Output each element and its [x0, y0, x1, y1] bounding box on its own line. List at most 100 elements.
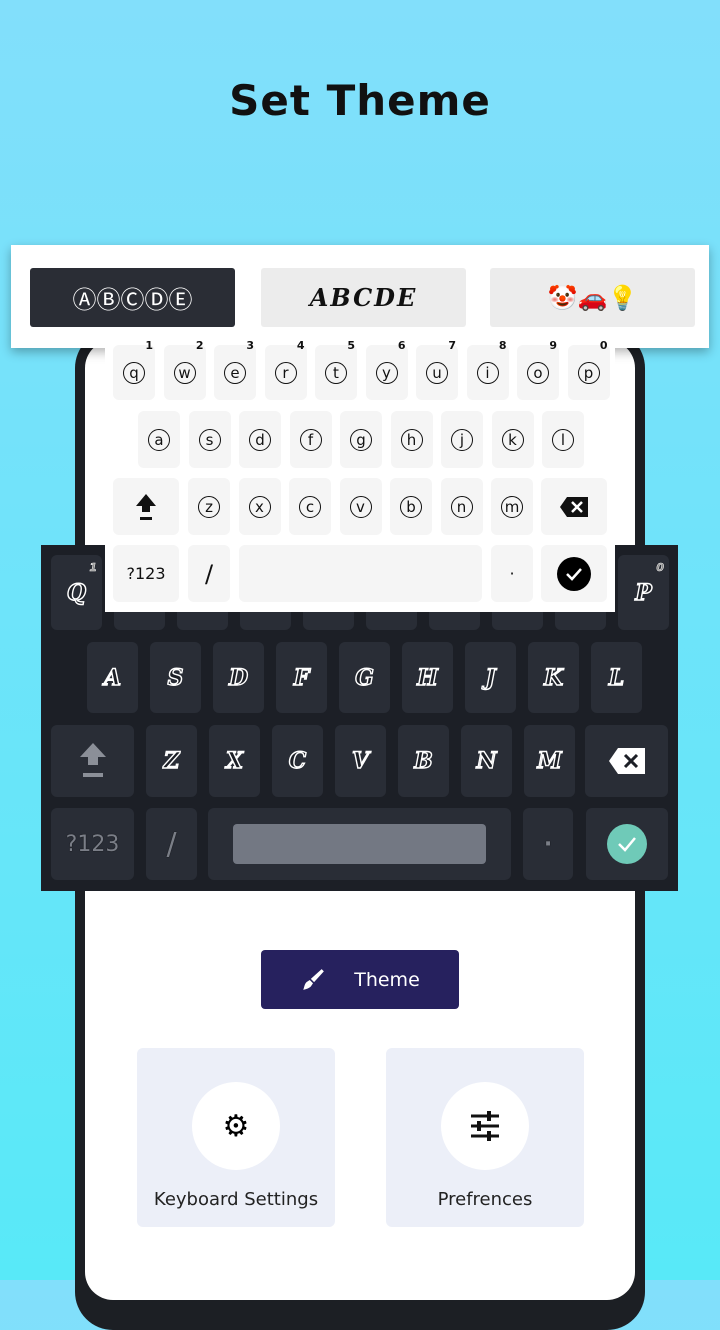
key-label: M [537, 747, 563, 774]
key[interactable]: d [239, 411, 281, 468]
shift-key[interactable] [51, 725, 134, 797]
key[interactable]: C [272, 725, 323, 797]
font-option-bubble[interactable]: ABCDE [261, 268, 466, 327]
slash-key[interactable]: / [146, 808, 197, 880]
key[interactable]: V [335, 725, 386, 797]
key[interactable]: g [340, 411, 382, 468]
key-label: p [577, 361, 600, 384]
key[interactable]: r4 [264, 339, 307, 400]
font-option-circled[interactable]: ⒶⒷⒸⒹⒺ [30, 268, 235, 327]
key[interactable]: B [398, 725, 449, 797]
key-label: h [400, 428, 423, 451]
key[interactable]: u7 [416, 339, 458, 400]
key-label: S [167, 664, 184, 691]
key[interactable]: b [390, 478, 432, 535]
backspace-key[interactable] [585, 725, 668, 797]
slash-key[interactable]: / [188, 545, 230, 602]
preferences-card[interactable]: Prefrences [386, 1048, 584, 1227]
key[interactable]: q1 [113, 339, 155, 400]
key-label: D [228, 664, 249, 691]
key-hint: 7 [448, 339, 456, 352]
key[interactable]: G [339, 642, 390, 713]
key[interactable]: Q1 [51, 555, 102, 630]
key-label: g [350, 428, 372, 451]
key[interactable]: F [276, 642, 327, 713]
period-key[interactable]: · [523, 808, 573, 880]
key[interactable]: Z [146, 725, 197, 797]
key-label: q [123, 361, 145, 384]
key[interactable]: D [213, 642, 264, 713]
keyboard-settings-card[interactable]: ⚙ Keyboard Settings [137, 1048, 335, 1227]
key[interactable]: s [188, 411, 231, 468]
key-label: F [293, 664, 310, 691]
key[interactable]: S [150, 642, 201, 713]
key-label: K [543, 664, 564, 691]
key-label: C [288, 747, 307, 774]
key[interactable]: N [461, 725, 512, 797]
key[interactable]: P0 [618, 555, 669, 630]
key[interactable]: h [390, 411, 433, 468]
enter-key[interactable] [586, 808, 668, 880]
backspace-key[interactable] [541, 478, 607, 535]
key-label: l [552, 428, 574, 451]
key[interactable]: w2 [163, 339, 206, 400]
symbols-key[interactable]: ?123 [51, 808, 134, 880]
key-label: A [103, 664, 122, 691]
key[interactable]: v [339, 478, 382, 535]
key[interactable]: y6 [365, 339, 408, 400]
symbols-key[interactable]: ?123 [113, 545, 179, 602]
space-key[interactable] [239, 545, 482, 602]
key[interactable]: z [188, 478, 230, 535]
space-key[interactable] [208, 808, 511, 880]
font-option-emoji[interactable]: 🤡🚗💡 [490, 268, 695, 327]
key-label: j [451, 428, 473, 451]
key[interactable]: k [491, 411, 534, 468]
key-label: b [400, 495, 422, 518]
key[interactable]: t5 [315, 339, 357, 400]
key-label: V [351, 747, 370, 774]
key[interactable]: l [542, 411, 584, 468]
key[interactable]: M [524, 725, 575, 797]
key-label: J [485, 664, 497, 691]
key[interactable]: e3 [214, 339, 256, 400]
backspace-icon [608, 748, 645, 774]
key-label: z [198, 495, 220, 518]
key-label: a [148, 428, 170, 451]
key[interactable]: c [289, 478, 331, 535]
key[interactable]: p0 [567, 339, 610, 400]
key-hint: 3 [246, 339, 254, 352]
key[interactable]: f [289, 411, 332, 468]
check-icon [557, 556, 591, 591]
key[interactable]: A [87, 642, 138, 713]
key-label: B [414, 747, 434, 774]
key[interactable]: x [238, 478, 281, 535]
period-key[interactable]: · [491, 545, 533, 602]
key[interactable]: o9 [517, 339, 559, 400]
key-label: d [249, 428, 271, 451]
key[interactable]: J [465, 642, 516, 713]
shift-key[interactable] [113, 478, 179, 535]
key[interactable]: K [528, 642, 579, 713]
key[interactable]: i8 [466, 339, 509, 400]
enter-key[interactable] [541, 545, 607, 602]
key[interactable]: H [402, 642, 453, 713]
paintbrush-icon [303, 968, 325, 990]
key[interactable]: j [441, 411, 483, 468]
key[interactable]: X [209, 725, 260, 797]
backspace-icon [560, 496, 588, 517]
key-label: m [501, 495, 523, 518]
key-label: N [476, 747, 498, 774]
key-label: P [635, 579, 653, 606]
key-label: e [224, 361, 246, 384]
key[interactable]: a [138, 411, 180, 468]
theme-button-label: Theme [354, 968, 420, 991]
preferences-label: Prefrences [437, 1189, 533, 1210]
key-hint: 0 [599, 339, 608, 352]
key[interactable]: m [491, 478, 533, 535]
theme-button[interactable]: Theme [261, 950, 459, 1009]
key-hint: 1 [145, 339, 153, 352]
key[interactable]: n [440, 478, 483, 535]
key-label: t [325, 361, 347, 384]
key[interactable]: L [591, 642, 642, 713]
key-hint: 2 [195, 339, 204, 352]
